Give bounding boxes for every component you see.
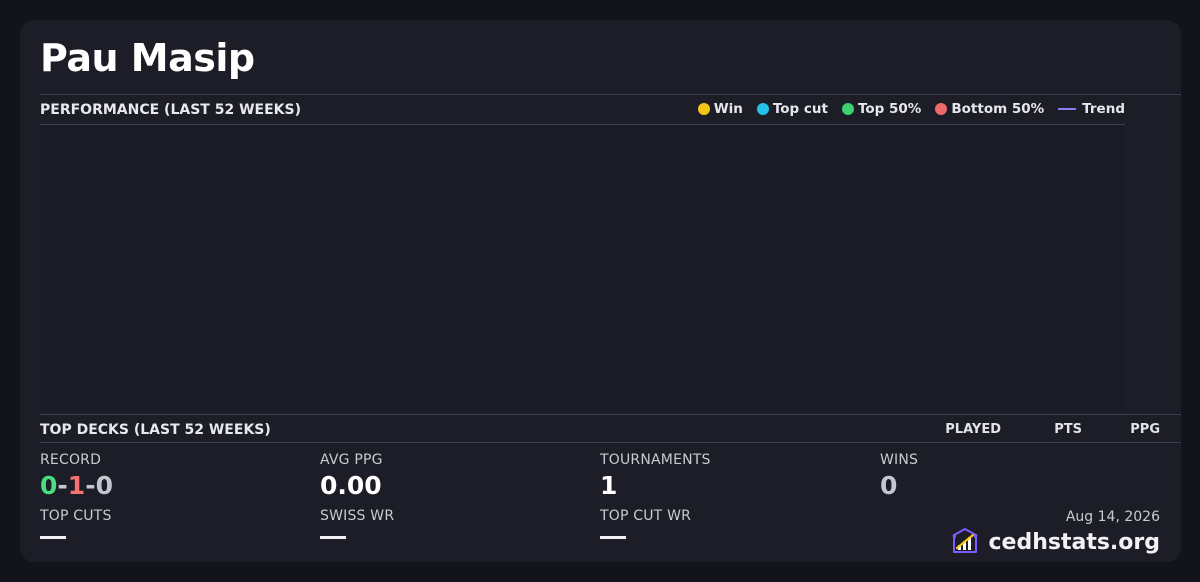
legend-label: Top cut [772, 101, 828, 117]
performance-section-title: PERFORMANCE (LAST 52 WEEKS) [40, 102, 301, 118]
stat-label: SWISS WR [320, 508, 395, 524]
legend-label: Win [713, 101, 743, 117]
divider [40, 124, 1125, 125]
column-header-pts: PTS [1054, 422, 1082, 437]
performance-chart-area [40, 126, 1125, 412]
generated-date: Aug 14, 2026 [1065, 509, 1160, 525]
swiss-wr-value [320, 536, 346, 539]
player-name: Pau Masip [40, 36, 255, 80]
record-wins: 0 [40, 471, 58, 500]
stat-label: WINS [880, 452, 919, 468]
stat-label: RECORD [40, 452, 102, 468]
legend-item-top-50: Top 50% [841, 99, 922, 119]
avg-ppg-value: 0.00 [320, 471, 382, 500]
cyan-dot-icon [756, 103, 769, 115]
stat-wins: WINS 0 [880, 451, 918, 503]
record-separator: - [85, 471, 96, 500]
wins-value: 0 [880, 471, 898, 500]
yellow-dot-icon [697, 103, 710, 115]
green-dot-icon [841, 103, 854, 115]
red-dot-icon [935, 103, 948, 115]
legend-label: Bottom 50% [951, 101, 1045, 117]
stat-swiss-wr: SWISS WR [320, 507, 394, 539]
divider [40, 442, 1181, 443]
brand-name[interactable]: cedhstats.org [988, 528, 1160, 558]
divider [40, 94, 1181, 95]
column-header-played: PLAYED [945, 422, 1001, 437]
stat-top-cuts: TOP CUTS [40, 507, 112, 539]
stat-label: TOP CUTS [40, 508, 112, 524]
brand[interactable]: cedhstats.org [950, 526, 1160, 560]
legend-item-bottom-50: Bottom 50% [935, 99, 1044, 119]
stat-record: RECORD 0-1-0 [40, 451, 113, 503]
record-draws: 0 [95, 471, 113, 500]
record-losses: 1 [67, 471, 86, 500]
top-decks-column-headers: PLAYED PTS PPG [943, 420, 1160, 440]
legend-label: Trend [1082, 101, 1125, 117]
top-cut-wr-value [600, 536, 626, 539]
stat-label: TOURNAMENTS [600, 452, 711, 468]
chart-legend: Win Top cut Top 50% Bottom 50% Trend [697, 99, 1125, 119]
legend-item-trend: Trend [1058, 99, 1125, 119]
stat-top-cut-wr: TOP CUT WR [600, 507, 691, 539]
tournaments-value: 1 [600, 471, 618, 500]
stat-avg-ppg: AVG PPG 0.00 [320, 451, 383, 503]
top-cuts-value [40, 536, 66, 539]
stat-label: TOP CUT WR [600, 508, 692, 524]
legend-item-win: Win [697, 99, 743, 119]
trend-line-icon [1058, 108, 1077, 110]
stat-tournaments: TOURNAMENTS 1 [600, 451, 711, 503]
record-value: 0-1-0 [40, 469, 113, 503]
column-header-ppg: PPG [1130, 422, 1160, 437]
cedhstats-logo-icon [950, 526, 980, 560]
stat-label: AVG PPG [320, 452, 383, 468]
player-card: Pau Masip PERFORMANCE (LAST 52 WEEKS) Wi… [20, 20, 1181, 562]
divider [40, 414, 1181, 415]
top-decks-section-title: TOP DECKS (LAST 52 WEEKS) [40, 422, 271, 438]
legend-label: Top 50% [857, 101, 922, 117]
legend-item-top-cut: Top cut [756, 99, 828, 119]
record-separator: - [57, 471, 68, 500]
